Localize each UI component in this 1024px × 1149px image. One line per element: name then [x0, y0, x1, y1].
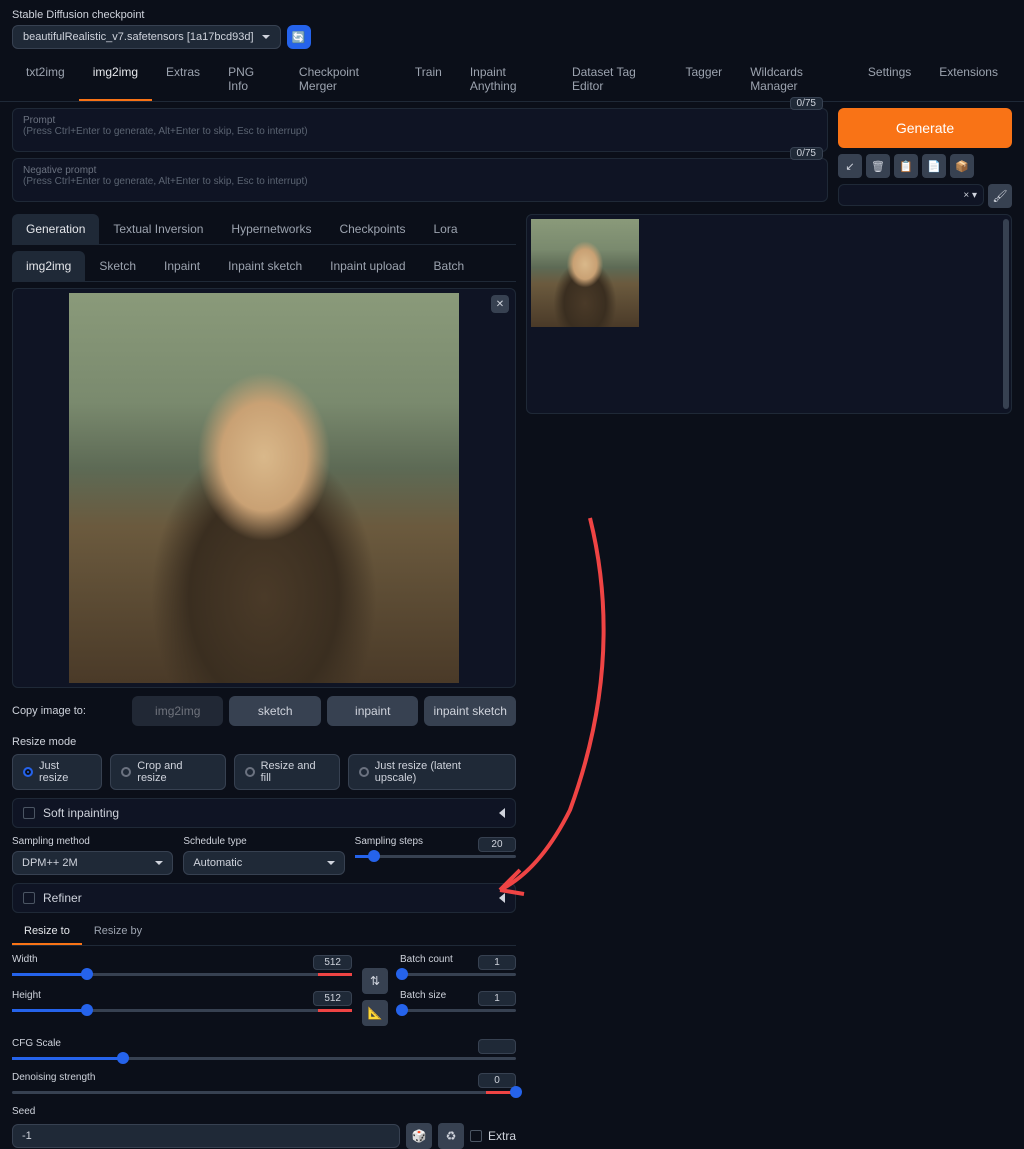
seed-label: Seed: [12, 1106, 516, 1117]
resize-mode-just-resize-(latent-upscale)[interactable]: Just resize (latent upscale): [348, 754, 516, 790]
tab-inpaint-anything[interactable]: Inpaint Anything: [456, 57, 558, 101]
subtab-lora[interactable]: Lora: [420, 214, 472, 244]
file-icon-button[interactable]: 📄: [922, 154, 946, 178]
trash-icon-button[interactable]: 🗑: [866, 154, 890, 178]
width-slider[interactable]: 512: [12, 973, 352, 976]
tab-extras[interactable]: Extras: [152, 57, 214, 101]
generate-button[interactable]: Generate: [838, 108, 1012, 148]
prompt-hint: (Press Ctrl+Enter to generate, Alt+Enter…: [23, 126, 817, 137]
close-image-button[interactable]: ✕: [491, 295, 509, 313]
prompt-token-counter: 0/75: [790, 97, 823, 110]
seed-input[interactable]: -1: [12, 1124, 400, 1148]
chevron-down-icon: [262, 35, 270, 39]
img2img-tabs: img2imgSketchInpaintInpaint sketchInpain…: [12, 251, 516, 282]
clipboard-icon-button[interactable]: 📋: [894, 154, 918, 178]
output-image: [531, 219, 639, 327]
sampling-steps-slider[interactable]: 20: [355, 855, 516, 858]
copy-to-label: Copy image to:: [12, 705, 126, 717]
main-tabs: txt2imgimg2imgExtrasPNG InfoCheckpoint M…: [0, 57, 1024, 102]
resize-tabs: Resize toResize by: [12, 919, 516, 946]
resize-mode-just-resize[interactable]: Just resize: [12, 754, 102, 790]
tab-txt2img[interactable]: txt2img: [12, 57, 79, 101]
cfg-slider[interactable]: [12, 1057, 516, 1060]
copy-img2img-button[interactable]: img2img: [132, 696, 224, 726]
reuse-seed-button[interactable]: ♻: [438, 1123, 464, 1149]
tab-png-info[interactable]: PNG Info: [214, 57, 285, 101]
random-seed-button[interactable]: 🎲: [406, 1123, 432, 1149]
schedule-type-select[interactable]: Automatic: [183, 851, 344, 875]
input-image: [69, 293, 459, 683]
preview-scrollbar[interactable]: [1003, 219, 1009, 409]
tab-tagger[interactable]: Tagger: [671, 57, 736, 101]
tab-dataset-tag-editor[interactable]: Dataset Tag Editor: [558, 57, 672, 101]
collapse-icon: [499, 808, 505, 818]
copy-inpaint-button[interactable]: inpaint: [327, 696, 419, 726]
swap-dimensions-button[interactable]: ⇅: [362, 968, 388, 994]
img2img-tab-inpaint[interactable]: Inpaint: [150, 251, 214, 281]
subtab-textual-inversion[interactable]: Textual Inversion: [99, 214, 217, 244]
height-slider[interactable]: 512: [12, 1009, 352, 1012]
match-dimensions-button[interactable]: 📐: [362, 1000, 388, 1026]
denoise-label: Denoising strength: [12, 1072, 516, 1083]
tab-wildcards-manager[interactable]: Wildcards Manager: [736, 57, 854, 101]
prompt-box[interactable]: 0/75 Prompt (Press Ctrl+Enter to generat…: [12, 108, 828, 152]
tab-img2img[interactable]: img2img: [79, 57, 152, 101]
styles-actions: × ▾: [963, 190, 977, 201]
checkpoint-select[interactable]: beautifulRealistic_v7.safetensors [1a17b…: [12, 25, 281, 49]
resize-tab-resize-by[interactable]: Resize by: [82, 919, 154, 945]
resize-mode-radios: Just resizeCrop and resizeResize and fil…: [12, 754, 516, 790]
resize-mode-crop-and-resize[interactable]: Crop and resize: [110, 754, 225, 790]
img2img-tab-img2img[interactable]: img2img: [12, 251, 85, 281]
prompt-label: Prompt: [23, 115, 817, 126]
height-label: Height: [12, 990, 352, 1001]
output-preview[interactable]: [526, 214, 1012, 414]
width-label: Width: [12, 954, 352, 965]
soft-inpainting-checkbox[interactable]: [23, 807, 35, 819]
soft-inpainting-label: Soft inpainting: [43, 806, 119, 820]
sampling-method-label: Sampling method: [12, 836, 173, 847]
neg-token-counter: 0/75: [790, 147, 823, 160]
refiner-collapse[interactable]: Refiner: [12, 883, 516, 913]
extra-label: Extra: [488, 1129, 516, 1143]
batch-count-slider[interactable]: 1: [400, 973, 516, 976]
tab-extensions[interactable]: Extensions: [925, 57, 1012, 101]
neg-prompt-hint: (Press Ctrl+Enter to generate, Alt+Enter…: [23, 176, 817, 187]
soft-inpainting-collapse[interactable]: Soft inpainting: [12, 798, 516, 828]
subtab-generation[interactable]: Generation: [12, 214, 99, 244]
denoise-slider[interactable]: 0: [12, 1091, 516, 1094]
img2img-tab-inpaint-upload[interactable]: Inpaint upload: [316, 251, 419, 281]
styles-dropdown[interactable]: × ▾: [838, 184, 984, 206]
img2img-tab-inpaint-sketch[interactable]: Inpaint sketch: [214, 251, 316, 281]
neg-prompt-label: Negative prompt: [23, 165, 817, 176]
cfg-label: CFG Scale: [12, 1038, 516, 1049]
arrow-icon-button[interactable]: ↙: [838, 154, 862, 178]
resize-tab-resize-to[interactable]: Resize to: [12, 919, 82, 945]
img2img-tab-sketch[interactable]: Sketch: [85, 251, 150, 281]
sub-tabs: GenerationTextual InversionHypernetworks…: [12, 214, 516, 245]
sampling-method-select[interactable]: DPM++ 2M: [12, 851, 173, 875]
tab-checkpoint-merger[interactable]: Checkpoint Merger: [285, 57, 401, 101]
refiner-checkbox[interactable]: [23, 892, 35, 904]
resize-mode-label: Resize mode: [12, 736, 516, 748]
copy-inpaint-sketch-button[interactable]: inpaint sketch: [424, 696, 516, 726]
batch-size-slider[interactable]: 1: [400, 1009, 516, 1012]
copy-sketch-button[interactable]: sketch: [229, 696, 321, 726]
extra-checkbox[interactable]: [470, 1130, 482, 1142]
schedule-type-label: Schedule type: [183, 836, 344, 847]
refresh-checkpoint-button[interactable]: 🔄: [287, 25, 311, 49]
checkpoint-label: Stable Diffusion checkpoint: [0, 0, 1024, 25]
tab-settings[interactable]: Settings: [854, 57, 925, 101]
negative-prompt-box[interactable]: 0/75 Negative prompt (Press Ctrl+Enter t…: [12, 158, 828, 202]
resize-mode-resize-and-fill[interactable]: Resize and fill: [234, 754, 340, 790]
checkpoint-value: beautifulRealistic_v7.safetensors [1a17b…: [23, 31, 254, 43]
subtab-hypernetworks[interactable]: Hypernetworks: [217, 214, 325, 244]
collapse-icon: [499, 893, 505, 903]
img2img-tab-batch[interactable]: Batch: [420, 251, 479, 281]
refiner-label: Refiner: [43, 891, 82, 905]
edit-styles-button[interactable]: 🖌: [988, 184, 1012, 208]
tab-train[interactable]: Train: [401, 57, 456, 101]
subtab-checkpoints[interactable]: Checkpoints: [325, 214, 419, 244]
image-canvas[interactable]: ✕: [12, 288, 516, 688]
actions-icon-button[interactable]: 📦: [950, 154, 974, 178]
